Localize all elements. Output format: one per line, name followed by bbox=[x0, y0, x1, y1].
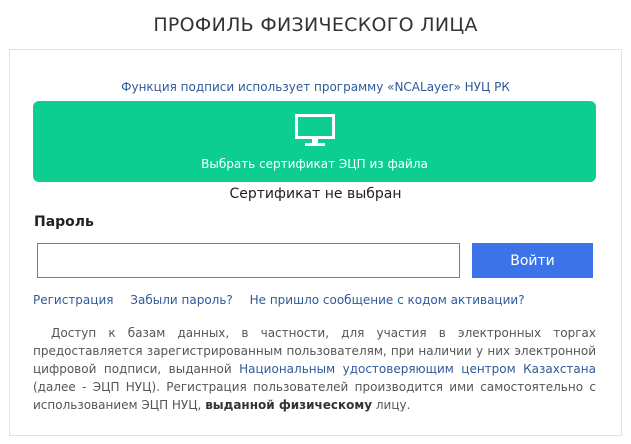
login-button[interactable]: Войти bbox=[472, 243, 593, 278]
info-bold: выданной физическому bbox=[205, 398, 373, 412]
monitor-icon bbox=[295, 114, 335, 146]
access-info: Доступ к базам данных, в частности, для … bbox=[33, 324, 596, 414]
certificate-status: Сертификат не выбран bbox=[229, 186, 402, 202]
ncalayer-note: Функция подписи использует программу «NC… bbox=[121, 80, 510, 94]
nuc-link[interactable]: Национальным удостоверяющим центром Каза… bbox=[239, 362, 596, 376]
info-text-3: лицу. bbox=[372, 398, 411, 412]
select-certificate-button[interactable]: Выбрать сертификат ЭЦП из файла bbox=[33, 101, 596, 182]
forgot-password-link[interactable]: Забыли пароль? bbox=[130, 293, 232, 307]
password-input[interactable] bbox=[37, 243, 460, 278]
page-title: ПРОФИЛЬ ФИЗИЧЕСКОГО ЛИЦА bbox=[153, 14, 478, 36]
no-activation-code-link[interactable]: Не пришло сообщение с кодом активации? bbox=[250, 293, 525, 307]
auth-links: Регистрация Забыли пароль? Не пришло соо… bbox=[33, 293, 538, 307]
password-label: Пароль bbox=[34, 214, 94, 230]
register-link[interactable]: Регистрация bbox=[33, 293, 113, 307]
select-certificate-label: Выбрать сертификат ЭЦП из файла bbox=[201, 157, 428, 171]
